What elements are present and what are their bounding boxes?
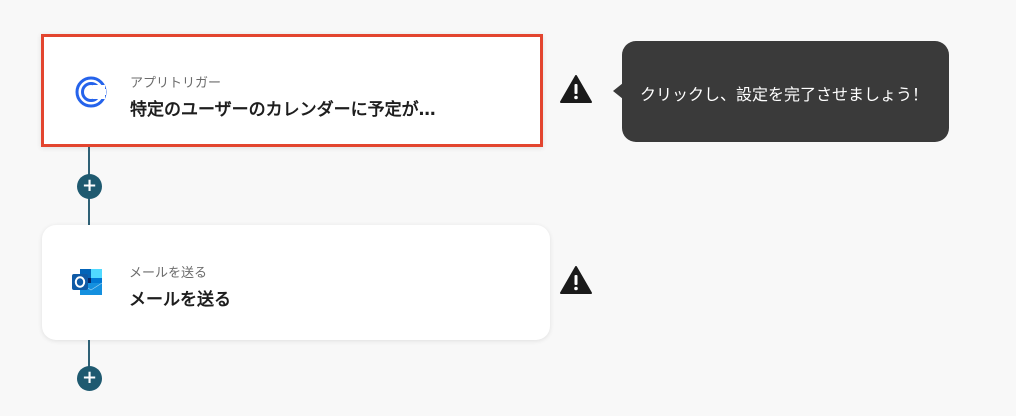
send-mail-step-card[interactable]: メールを送る メールを送る	[42, 225, 550, 340]
step-subtitle: メールを送る	[129, 266, 208, 281]
add-step-button[interactable]: +	[77, 174, 102, 199]
warning-icon[interactable]	[559, 74, 593, 104]
setup-hint-tooltip: クリックし、設定を完了させましょう！	[613, 41, 949, 142]
outlook-icon	[70, 265, 104, 299]
calendar-app-icon	[74, 75, 108, 109]
add-step-button[interactable]: +	[77, 366, 102, 391]
step-subtitle: アプリトリガー	[130, 76, 222, 91]
step-title: メールを送る	[129, 290, 231, 310]
warning-icon[interactable]	[559, 265, 593, 295]
tooltip-text: クリックし、設定を完了させましょう！	[640, 85, 929, 104]
trigger-step-card[interactable]: アプリトリガー 特定のユーザーのカレンダーに予定が…	[41, 34, 543, 147]
step-title: 特定のユーザーのカレンダーに予定が…	[130, 100, 436, 120]
